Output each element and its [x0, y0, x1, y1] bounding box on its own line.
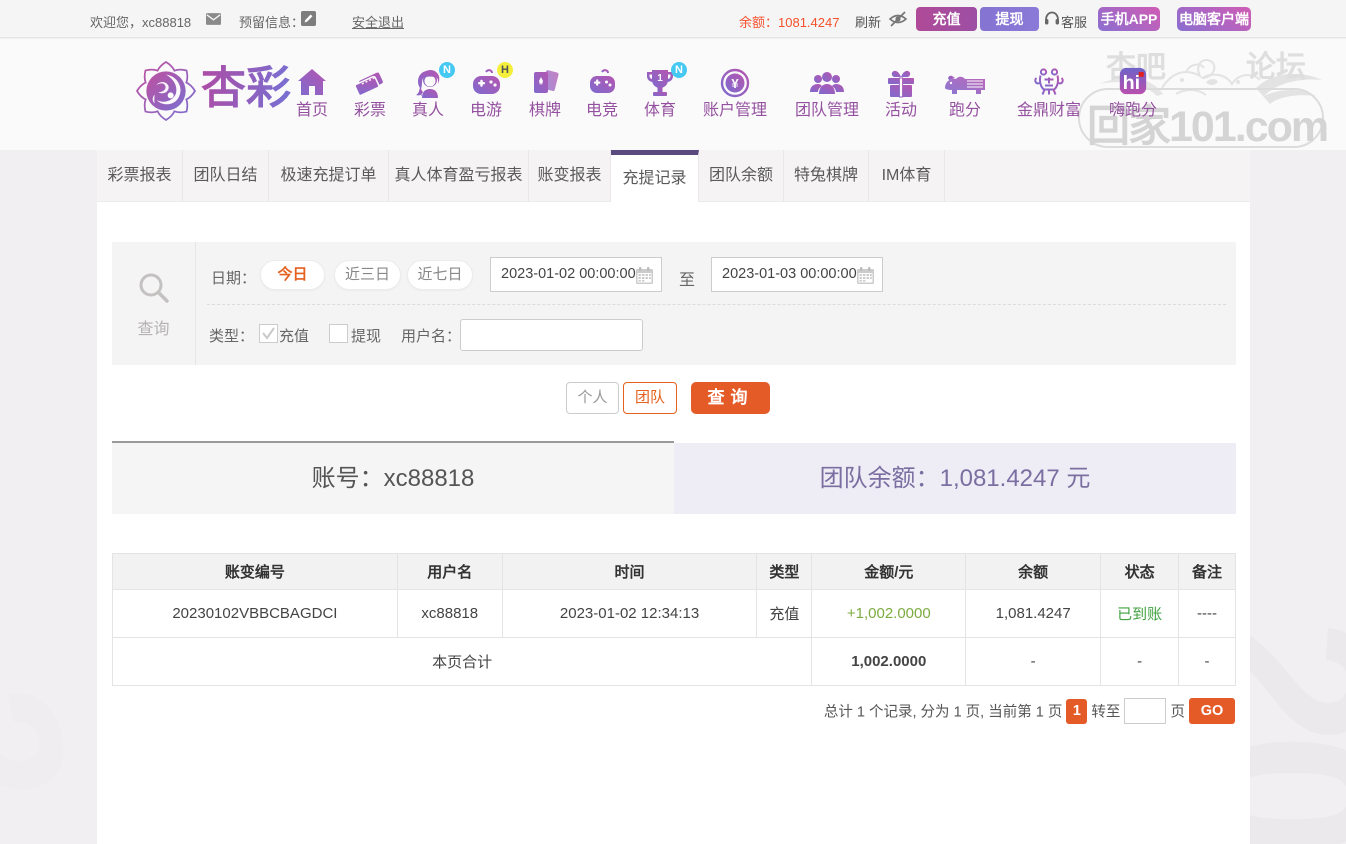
- svg-text:1: 1: [657, 73, 663, 84]
- svg-text:hi: hi: [1123, 72, 1141, 94]
- svg-text:¥: ¥: [731, 76, 739, 91]
